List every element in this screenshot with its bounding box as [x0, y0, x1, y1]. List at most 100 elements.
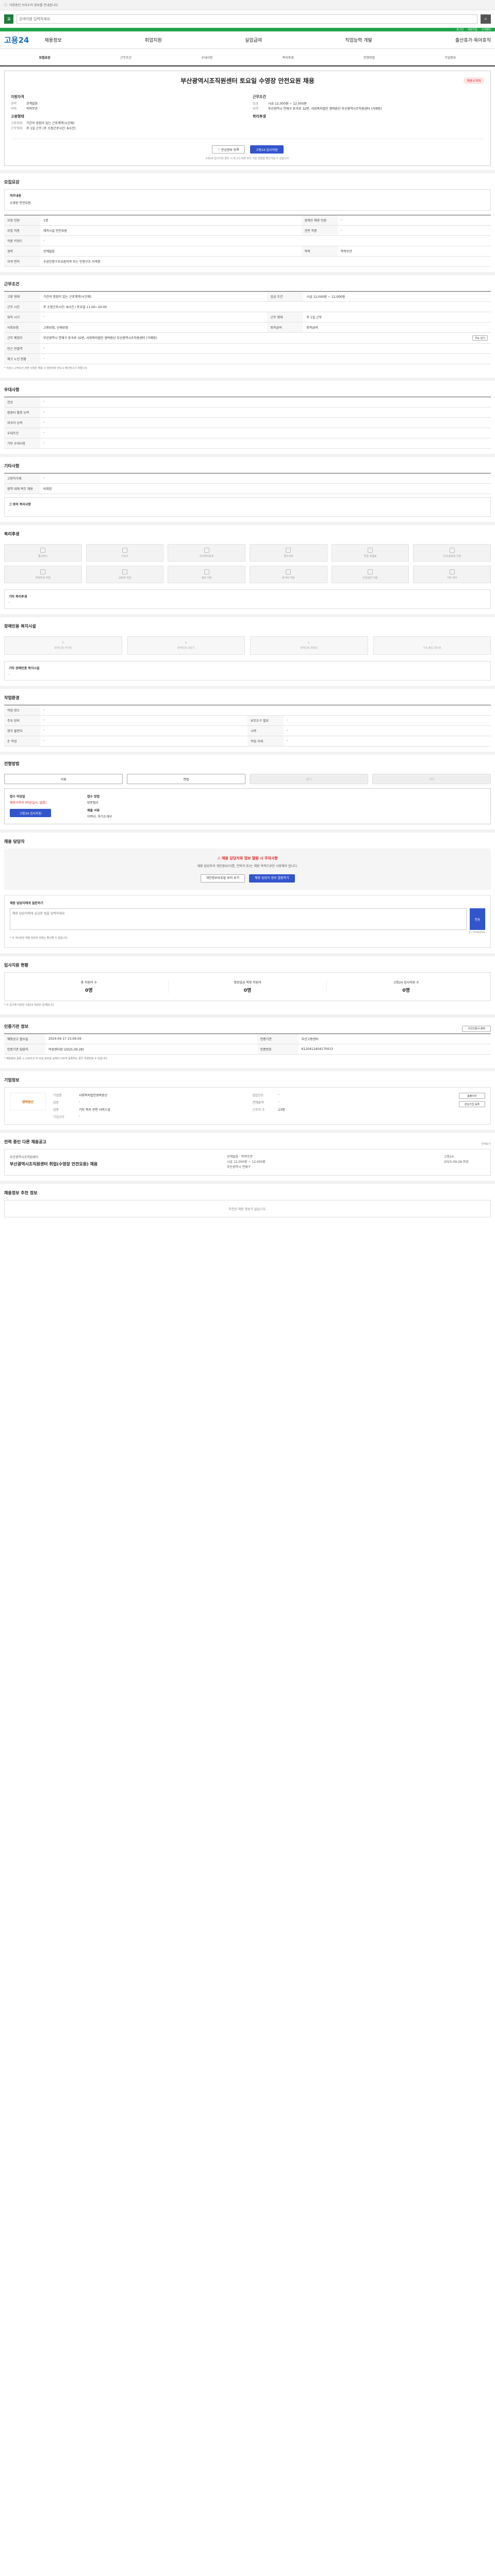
corp-key: 업종	[53, 1108, 59, 1112]
table-row: 퇴직 시기 - 근무 형태 주 1일 근무	[4, 312, 491, 323]
corp-box: 영락원산 기업명 사회복지법인영락원산 설립년도 - 업종 - 연매출액 - 업종 기타 복지…	[4, 1087, 491, 1125]
table-value: 수상인명구조요원자격 또는 인명구조 자격증	[40, 256, 491, 267]
stat-label: 희망임금 적정 지원자	[234, 981, 261, 985]
utility-signup[interactable]: 회원가입	[468, 28, 477, 31]
search-input[interactable]	[16, 14, 477, 24]
welfare-tile: 건강검진 지원	[331, 566, 409, 583]
table-key: 채용공고 접수일	[4, 1033, 45, 1044]
view-manager-button[interactable]: 채용 담당자 정보 열람하기	[249, 874, 295, 883]
table-key: 보조도구 필요	[248, 715, 284, 726]
table-value: 여성센터장 (2025.09.28)	[45, 1044, 257, 1055]
apply-method-label: 접수 방법	[87, 795, 100, 799]
table-key: 사회보험	[4, 322, 40, 333]
table-row: 근무 시간 주 소정근로시간: 8시간 / 토요일 11:00~20:00	[4, 301, 491, 312]
utility-bar: 로그인 회원가입 고객센터	[0, 28, 495, 31]
table-row: 체크 노선 현황 -	[4, 353, 491, 364]
site-logo[interactable]: 고	[4, 14, 13, 24]
tab-method[interactable]: 전형방법	[328, 55, 409, 60]
other-job-source: 고용24	[444, 1155, 454, 1159]
favorite-company-button[interactable]: 관심기업 등록	[458, 1101, 485, 1107]
welfare-tile: 기숙사	[86, 544, 164, 562]
corp-logo: 영락원산	[10, 1093, 46, 1110]
table-key: 직종 키워드	[4, 235, 40, 246]
gnb-item-support[interactable]: 취업지원	[145, 37, 162, 43]
ramp-icon: ⟋	[431, 641, 433, 645]
gnb-item-unemployment[interactable]: 실업급여	[245, 37, 262, 43]
question-input[interactable]	[10, 908, 467, 930]
utility-help[interactable]: 고객센터	[482, 28, 491, 31]
tab-pref[interactable]: 우대사항	[167, 55, 248, 60]
work-table: 고용 형태 기간의 정함이 있는 근로계약(시간제) 임금 조건 시급 12,000원…	[4, 291, 491, 364]
table-value: 주 소정근로시간: 8시간 / 토요일 11:00~20:00	[40, 301, 491, 312]
summary-key: 고용형태	[11, 122, 23, 125]
tab-work[interactable]: 근무조건	[85, 55, 166, 60]
table-key: 인근 전철역	[4, 343, 40, 354]
apply-button[interactable]: 고용24 입사지원	[250, 145, 284, 154]
other-job-meta: 부산광역시 연제구	[227, 1165, 251, 1169]
other-job-company: 부산광역시조직원센터	[10, 1156, 39, 1159]
table-row: 모집 직종 레저시설 안전요원 관련 직종 -	[4, 225, 491, 236]
table-row: 사회보험 고용보험, 산재보험 퇴직급여 퇴직급여	[4, 322, 491, 333]
table-row: 청각 불편자 - 시력 -	[4, 725, 491, 736]
welfare-tile: 연금 보험료	[331, 544, 409, 562]
tab-company[interactable]: 기업정보	[410, 55, 491, 60]
table-value: 관계없음	[40, 246, 302, 257]
table-key: 우대조건	[4, 428, 40, 438]
table-key: 전공	[4, 397, 40, 408]
table-row: 기타 우대사항 -	[4, 438, 491, 449]
list-item[interactable]: 부산광역시조직원센터 부산광역시조직원센터 취업(수영장 안전요원) 채용 관계…	[4, 1149, 491, 1176]
method-other: 기타	[372, 774, 491, 784]
table-value: -	[40, 438, 491, 449]
table-value: -	[337, 225, 491, 236]
homepage-button[interactable]: 홈페이지	[458, 1093, 485, 1099]
question-send-button[interactable]: 전송	[470, 908, 485, 930]
apply-button-bottom[interactable]: 고용24 입사지원	[10, 809, 51, 817]
search-button[interactable]: ⌕	[481, 14, 491, 24]
table-value: -	[40, 473, 491, 484]
facility-tile: ⇅ 장애인용 승강기	[127, 636, 245, 655]
disabled-other-box: 기타 장애인용 복지시설 -	[4, 661, 491, 681]
table-key: 관련 직종	[301, 225, 338, 236]
summary-value: 주 1일 근무 (주 소정근로시간: 8시간)	[26, 127, 76, 130]
recruit-section: 모집요강 직무내용 수영장 안전요원 모집 인원 1명 장애인 채용 인원 - 모집 …	[0, 170, 495, 272]
gift-icon	[286, 548, 291, 553]
job-title: 부산광역시조직원센터 토요일 수영장 안전요원 채용	[180, 77, 315, 84]
other-jobs-more[interactable]: 전체보기	[482, 1142, 491, 1146]
scrap-button[interactable]: ♡ 관심정보 등록	[211, 145, 245, 154]
apply-docs-value: 이력서, 자기소개서	[87, 815, 112, 819]
table-value: 학력무관	[337, 246, 491, 257]
bus-icon	[40, 548, 46, 553]
table-value: -	[40, 235, 491, 246]
recommend-empty: 추천된 채용 정보가 없습니다.	[4, 1200, 491, 1217]
table-key: 청각 불편자	[4, 725, 40, 736]
gnb-item-jobs[interactable]: 채용정보	[44, 37, 61, 43]
stat-value: 0명	[85, 988, 93, 993]
etc-section: 기타사항 고용허가제 - 병역 대체 복무 채용 비희망 그 밖의 복리사항 -	[0, 454, 495, 522]
table-key: 인증기관	[257, 1033, 299, 1044]
summary-welfare-title: 복리후생	[253, 114, 266, 118]
manager-title: 채용 담당자	[4, 839, 25, 844]
etc-box-title: 그 밖의 복리사항	[9, 503, 31, 506]
map-button[interactable]: 지도 보기	[472, 335, 488, 341]
welfare-section: 복리후생 통근버스 기숙사 자녀학비보조 경조사비 연금 보험료 사내 동호회 …	[0, 522, 495, 614]
table-value: -	[40, 417, 491, 428]
gnb-item-training[interactable]: 직업능력 개발	[345, 37, 372, 43]
utility-login[interactable]: 로그인	[456, 28, 464, 31]
gnb-item-leave[interactable]: 출산휴가·육아휴직	[455, 37, 491, 43]
tab-recruit[interactable]: 모집요강	[4, 55, 85, 60]
other-job-title[interactable]: 부산광역시조직원센터 취업(수영장 안전요원) 채용	[10, 1161, 222, 1167]
apply-method-col: 접수 방법 방문접수 제출 서류 이력서, 자기소개서	[87, 794, 154, 819]
summary-left: 지원자격 경력 관계없음 학력 학력무관 고용형태 고용형태 기간의 정함이 있는 근…	[11, 92, 242, 131]
corp-value: 23명	[278, 1108, 285, 1112]
privacy-law-button[interactable]: 개인정보보호법 보러 보기	[200, 874, 245, 883]
print-certificate-button[interactable]: 구인인증서 출력	[462, 1025, 491, 1032]
search-icon: ⌕	[484, 16, 487, 22]
brand-title[interactable]: 고용24	[4, 35, 29, 45]
tab-welfare[interactable]: 복리후생	[248, 55, 328, 60]
env-section: 작업환경 작업 장소 - 주요 장비 - 보조도구 필요 - 청각 불편자 - 시력 - 손 …	[0, 686, 495, 752]
house-icon	[40, 569, 46, 574]
table-key: 근무 예정지	[4, 332, 40, 344]
summary-employment-title: 고용형태	[11, 114, 24, 118]
welfare-tile: 통근버스	[4, 544, 82, 562]
welfare-tile: 사내 동호회 지원	[413, 544, 491, 562]
